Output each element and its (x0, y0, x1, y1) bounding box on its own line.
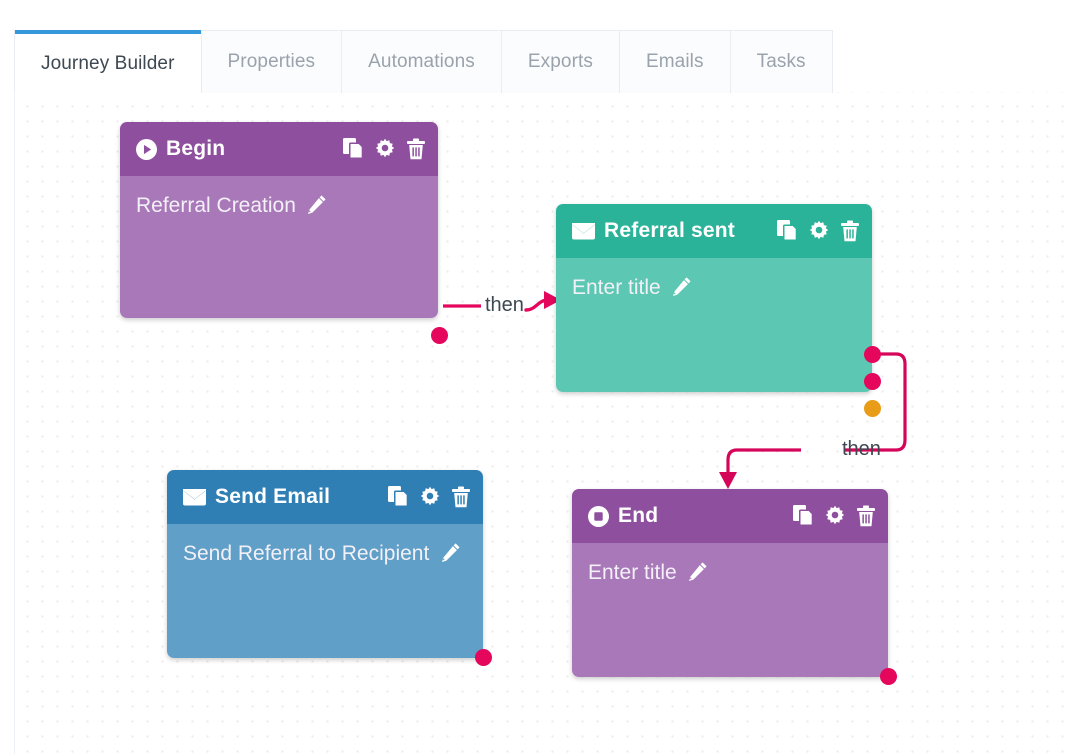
port-referral-sent-out-1[interactable] (864, 346, 881, 363)
port-referral-sent-out-2[interactable] (864, 373, 881, 390)
node-end-header: End (572, 489, 888, 543)
tab-tasks[interactable]: Tasks (730, 30, 833, 93)
node-end-actions (793, 505, 876, 527)
node-send-email-body: Send Referral to Recipient (167, 524, 492, 666)
port-send-email-out[interactable] (475, 649, 492, 666)
tab-emails[interactable]: Emails (619, 30, 731, 93)
trash-icon[interactable] (856, 505, 876, 527)
node-referral-sent-title: Referral sent (604, 219, 735, 242)
pencil-icon[interactable] (688, 561, 708, 586)
tab-label: Automations (368, 51, 475, 72)
node-begin-subtitle: Referral Creation (136, 194, 296, 217)
node-send-email-actions (388, 486, 471, 508)
edge-begin-to-referral-sent-curve (524, 298, 555, 312)
node-begin-title: Begin (166, 137, 226, 160)
node-send-email[interactable]: Send Email Send Referral to Recipient (167, 470, 492, 666)
node-end-body: Enter title (572, 543, 897, 685)
tab-label: Properties (227, 51, 316, 72)
edge-referral-sent-to-end-arrowhead (719, 472, 737, 489)
journey-canvas[interactable]: then then Begin Referral Creation Referr… (14, 92, 1068, 754)
node-referral-sent-subtitle: Enter title (572, 276, 661, 299)
node-end[interactable]: End Enter title (572, 489, 897, 685)
trash-icon[interactable] (406, 138, 426, 160)
node-end-subtitle: Enter title (588, 561, 677, 584)
gear-icon[interactable] (374, 138, 396, 160)
tab-label: Tasks (756, 51, 806, 72)
gear-icon[interactable] (824, 505, 846, 527)
tab-properties[interactable]: Properties (201, 30, 343, 93)
play-icon (136, 138, 157, 160)
node-referral-sent[interactable]: Referral sent Enter title (556, 204, 881, 417)
tab-label: Emails (645, 51, 704, 72)
copy-icon[interactable] (388, 486, 409, 508)
tab-bar: Journey Builder Properties Automations E… (14, 30, 833, 94)
stop-icon (588, 505, 609, 527)
tab-label: Exports (527, 51, 593, 72)
pencil-icon[interactable] (672, 276, 692, 301)
gear-icon[interactable] (419, 486, 441, 508)
node-send-email-header: Send Email (167, 470, 483, 524)
copy-icon[interactable] (793, 505, 814, 527)
envelope-icon (183, 488, 206, 506)
node-begin-header: Begin (120, 122, 438, 176)
node-referral-sent-actions (777, 220, 860, 242)
edge-referral-sent-to-end-line2 (726, 448, 801, 474)
pencil-icon[interactable] (307, 194, 327, 219)
node-begin[interactable]: Begin Referral Creation (120, 122, 448, 344)
port-referral-sent-out-3[interactable] (864, 400, 881, 417)
node-referral-sent-body: Enter title (556, 258, 881, 417)
copy-icon[interactable] (343, 138, 364, 160)
envelope-icon (572, 222, 595, 240)
tab-label: Journey Builder (41, 52, 175, 74)
tab-automations[interactable]: Automations (342, 30, 502, 93)
node-end-title: End (618, 504, 659, 527)
node-referral-sent-header: Referral sent (556, 204, 872, 258)
copy-icon[interactable] (777, 220, 798, 242)
port-begin-out[interactable] (431, 327, 448, 344)
node-send-email-title: Send Email (215, 485, 331, 508)
gear-icon[interactable] (808, 220, 830, 242)
node-begin-actions (343, 138, 426, 160)
trash-icon[interactable] (840, 220, 860, 242)
trash-icon[interactable] (451, 486, 471, 508)
edge-label-then-1: then (485, 294, 524, 316)
tab-journey-builder[interactable]: Journey Builder (14, 30, 202, 94)
port-end-out[interactable] (880, 668, 897, 685)
tab-exports[interactable]: Exports (501, 30, 620, 93)
pencil-icon[interactable] (441, 542, 461, 567)
node-begin-body: Referral Creation (120, 176, 448, 344)
node-send-email-subtitle: Send Referral to Recipient (183, 542, 430, 565)
edge-label-then-2: then (842, 438, 881, 460)
